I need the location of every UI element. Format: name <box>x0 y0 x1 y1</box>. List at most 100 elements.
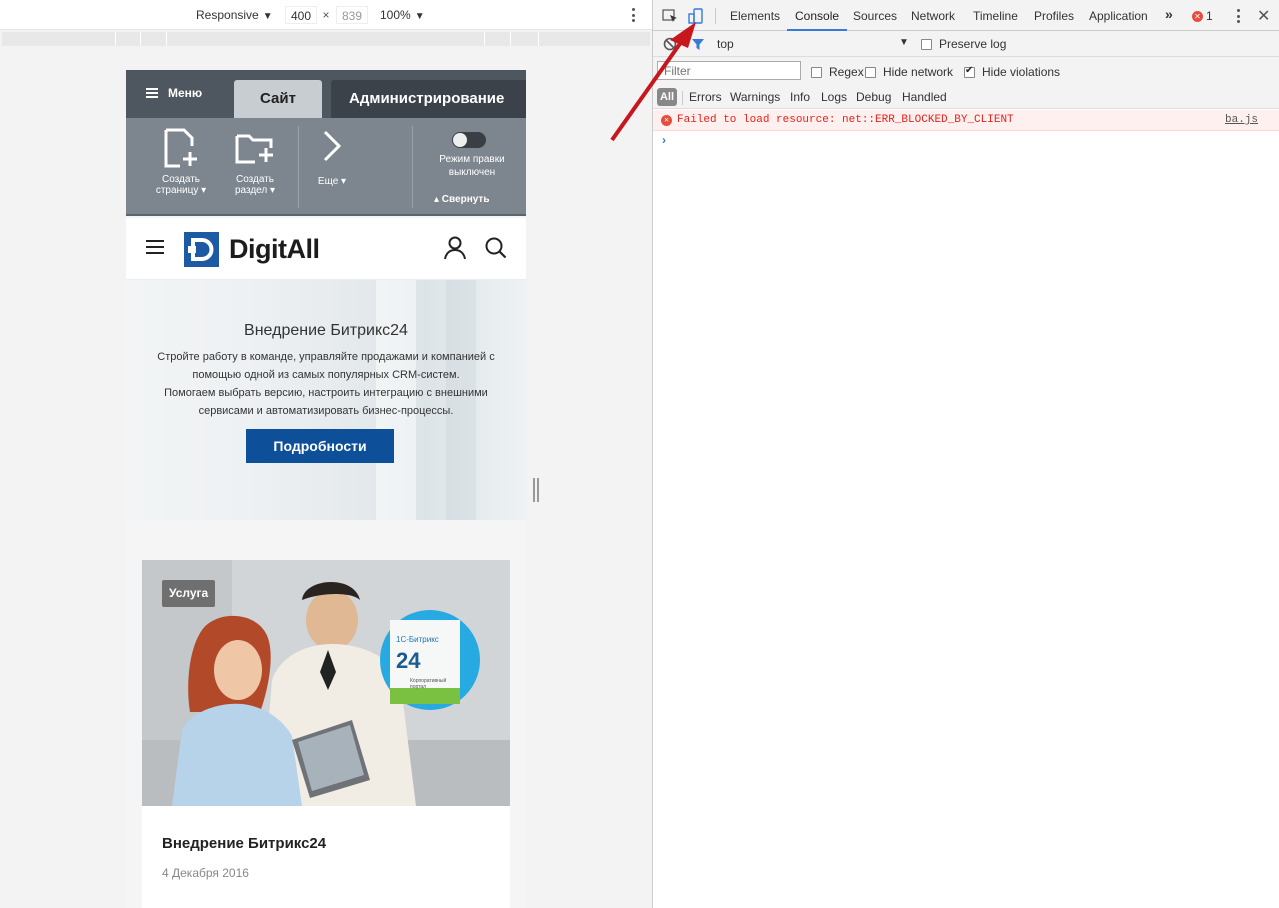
checkbox-box[interactable] <box>865 66 876 78</box>
search-icon[interactable] <box>484 236 508 260</box>
hero-title: Внедрение Битрикс24 <box>244 322 408 339</box>
caret-down-icon[interactable]: ▼ <box>899 37 909 48</box>
tab-application[interactable]: Application <box>1089 0 1148 31</box>
caret-down-icon: ▼ <box>414 11 425 22</box>
logo-icon[interactable] <box>184 232 219 267</box>
device-emulation-pane: Responsive ▼ 400 × 839 100% ▼ Меню Сайт Ад… <box>0 0 652 908</box>
tab-elements[interactable]: Elements <box>730 0 780 31</box>
inspect-element-icon[interactable] <box>661 7 679 25</box>
edit-mode-toggle[interactable] <box>452 132 486 148</box>
site-header: DigitAll <box>126 218 526 280</box>
level-handled[interactable]: Handled <box>902 89 947 105</box>
toolbar-divider <box>298 126 299 208</box>
create-section-label-1: Создать <box>235 174 274 185</box>
service-card[interactable]: 1С-Битрикс 24 Корпоративный портал Услуг… <box>142 560 510 908</box>
dimension-separator: × <box>322 8 330 22</box>
admin-menu-label: Меню <box>168 86 203 100</box>
product-sub-text-1: Корпоративный <box>410 677 447 684</box>
tab-sources[interactable]: Sources <box>853 0 897 31</box>
edit-mode-label-1: Режим правки <box>439 154 505 165</box>
device-mode-label: Responsive <box>196 8 259 22</box>
new-page-icon <box>164 128 197 168</box>
error-counter[interactable]: ✕ 1 <box>1192 9 1213 23</box>
viewport-width-input[interactable]: 400 <box>285 6 317 24</box>
caret-down-icon: ▼ <box>262 11 273 22</box>
level-debug[interactable]: Debug <box>856 89 891 105</box>
media-query-ruler[interactable] <box>2 32 650 46</box>
more-tabs-icon[interactable]: » <box>1165 6 1173 22</box>
create-section-label-2: раздел ▾ <box>234 185 276 196</box>
more-options-icon[interactable] <box>628 6 638 24</box>
level-info[interactable]: Info <box>790 89 810 105</box>
hamburger-icon[interactable] <box>146 240 164 254</box>
tab-timeline[interactable]: Timeline <box>973 0 1018 31</box>
hero-banner: Внедрение Битрикс24 Стройте работу в ком… <box>126 280 526 520</box>
console-filter-bar: Regex Hide network Hide violations <box>653 57 1279 85</box>
checkbox-box[interactable] <box>921 38 932 50</box>
more-label: Еще ▾ <box>317 176 347 187</box>
level-logs[interactable]: Logs <box>821 89 847 105</box>
log-level-bar: All Errors Warnings Info Logs Debug Hand… <box>653 85 1279 109</box>
error-text: Failed to load resource: net::ERR_BLOCKE… <box>677 114 1014 126</box>
level-errors[interactable]: Errors <box>689 89 722 105</box>
execution-context-select[interactable]: top <box>717 37 734 51</box>
filter-icon[interactable] <box>691 37 705 51</box>
hero-description: Стройте работу в команде, управляйте про… <box>144 348 508 420</box>
preserve-log-checkbox[interactable]: Preserve log <box>921 37 1006 51</box>
create-section-button[interactable]: Создать раздел ▾ <box>222 128 288 196</box>
tab-site[interactable]: Сайт <box>234 80 322 118</box>
devtools-panel: Elements Console Sources Network Timelin… <box>652 0 1279 908</box>
hide-network-checkbox[interactable]: Hide network <box>865 65 953 79</box>
device-mode-select[interactable]: Responsive ▼ <box>196 8 273 22</box>
toolbar-divider <box>715 8 716 24</box>
device-viewport: Меню Сайт Администрирование Создать стра… <box>126 70 526 908</box>
logo-d-icon <box>188 238 214 261</box>
more-button[interactable]: Еще ▾ <box>310 128 354 187</box>
screen: Responsive ▼ 400 × 839 100% ▼ Меню Сайт Ад… <box>0 0 1279 908</box>
card-title[interactable]: Внедрение Битрикс24 <box>162 835 326 852</box>
viewport-resize-handle[interactable] <box>533 478 539 502</box>
checkbox-box-checked[interactable] <box>964 65 975 78</box>
device-toolbar: Responsive ▼ 400 × 839 100% ▼ <box>0 0 652 30</box>
tab-console[interactable]: Console <box>787 0 848 31</box>
tab-network[interactable]: Network <box>911 0 955 31</box>
menu-icon <box>146 88 158 98</box>
error-count: 1 <box>1206 9 1213 23</box>
error-source-link[interactable]: ba.js <box>1225 114 1258 126</box>
hide-network-label: Hide network <box>883 65 954 79</box>
device-toolbar-toggle-icon[interactable] <box>687 7 705 25</box>
regex-label: Regex <box>829 65 864 79</box>
console-filter-input[interactable] <box>657 61 801 80</box>
preserve-log-label: Preserve log <box>939 37 1007 51</box>
user-icon[interactable] <box>444 236 466 260</box>
product-sub-text-2: портал <box>410 684 426 690</box>
new-folder-icon <box>235 134 273 164</box>
card-image[interactable]: 1С-Битрикс 24 Корпоративный портал Услуг… <box>142 560 510 806</box>
product-brand-text: 1С-Битрикс <box>396 635 439 644</box>
zoom-select[interactable]: 100% ▼ <box>380 8 425 22</box>
clear-console-icon[interactable] <box>663 37 677 51</box>
console-prompt[interactable]: › <box>662 133 666 147</box>
devtools-tabbar: Elements Console Sources Network Timelin… <box>653 0 1279 31</box>
viewport-height-input[interactable]: 839 <box>336 6 368 24</box>
create-page-label-2: страницу ▾ <box>155 185 207 196</box>
create-page-button[interactable]: Создать страницу ▾ <box>148 128 214 196</box>
edit-mode-label-2: выключен <box>448 167 496 178</box>
hide-violations-checkbox[interactable]: Hide violations <box>964 65 1060 79</box>
toolbar-divider <box>412 126 413 208</box>
close-icon[interactable]: ✕ <box>1257 6 1270 26</box>
hide-violations-label: Hide violations <box>982 65 1061 79</box>
checkbox-box[interactable] <box>811 66 822 78</box>
product-number-text: 24 <box>396 648 421 673</box>
tab-profiles[interactable]: Profiles <box>1034 0 1074 31</box>
level-all[interactable]: All <box>657 88 677 106</box>
customize-devtools-icon[interactable] <box>1235 8 1241 24</box>
details-button[interactable]: Подробности <box>246 429 394 463</box>
level-divider <box>682 91 683 105</box>
collapse-button[interactable]: ▴ Свернуть <box>434 194 489 205</box>
level-warnings[interactable]: Warnings <box>730 89 780 105</box>
logo-text[interactable]: DigitAll <box>229 234 320 265</box>
tab-administration[interactable]: Администрирование <box>331 80 526 118</box>
admin-menu-button[interactable]: Меню <box>146 86 202 100</box>
regex-checkbox[interactable]: Regex <box>811 65 864 79</box>
